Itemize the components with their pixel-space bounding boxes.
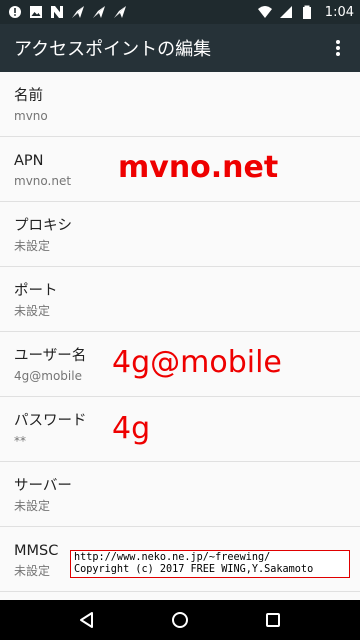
status-bar: 1:04 bbox=[0, 0, 360, 24]
pref-summary: ** bbox=[14, 434, 26, 448]
pref-title: パスワード bbox=[14, 413, 87, 429]
battery-icon bbox=[302, 5, 311, 19]
pref-server[interactable]: サーバー 未設定 bbox=[0, 462, 360, 527]
send-icon bbox=[93, 6, 105, 18]
home-icon bbox=[171, 612, 188, 628]
send-icon bbox=[114, 6, 126, 18]
clock: 1:04 bbox=[324, 4, 354, 20]
copyright-text: Copyright (c) 2017 FREE WING,Y.Sakamoto bbox=[74, 564, 314, 575]
navigation-bar bbox=[0, 600, 360, 640]
wifi-icon bbox=[257, 6, 272, 18]
send-icon bbox=[72, 6, 84, 18]
pref-title: 名前 bbox=[14, 88, 43, 104]
page-title: アクセスポイントの編集 bbox=[14, 39, 212, 60]
signal-icon bbox=[279, 6, 292, 18]
pref-summary: 未設定 bbox=[14, 499, 51, 513]
overflow-menu-button[interactable] bbox=[326, 36, 350, 60]
pref-summary: 未設定 bbox=[14, 239, 51, 253]
pref-title: プロキシ bbox=[14, 218, 72, 234]
pref-port[interactable]: ポート 未設定 bbox=[0, 267, 360, 332]
pref-summary: mvno bbox=[14, 109, 48, 123]
pref-title: サーバー bbox=[14, 478, 72, 494]
pref-summary: 未設定 bbox=[14, 304, 51, 318]
back-icon bbox=[79, 612, 93, 628]
back-button[interactable] bbox=[75, 608, 99, 632]
home-button[interactable] bbox=[168, 608, 192, 632]
pref-title: ポート bbox=[14, 283, 58, 299]
recents-icon bbox=[266, 613, 281, 627]
image-icon bbox=[30, 6, 42, 18]
notification-icons bbox=[8, 5, 127, 19]
n-icon bbox=[51, 6, 63, 18]
recents-button[interactable] bbox=[261, 608, 285, 632]
password-annotation: 4g bbox=[112, 411, 151, 446]
system-icons: 1:04 bbox=[257, 4, 354, 20]
copyright-url: http://www.neko.ne.jp/~freewing/ bbox=[74, 552, 271, 563]
apn-annotation: mvno.net bbox=[118, 150, 279, 185]
pref-name[interactable]: 名前 mvno bbox=[0, 72, 360, 137]
pref-proxy[interactable]: プロキシ 未設定 bbox=[0, 202, 360, 267]
pref-password[interactable]: パスワード ** bbox=[0, 397, 360, 462]
username-annotation: 4g@mobile bbox=[112, 345, 282, 380]
app-bar: アクセスポイントの編集 bbox=[0, 24, 360, 72]
copyright-watermark: http://www.neko.ne.jp/~freewing/ Copyrig… bbox=[70, 550, 350, 578]
alert-icon bbox=[9, 6, 21, 18]
more-vert-icon bbox=[336, 40, 340, 56]
